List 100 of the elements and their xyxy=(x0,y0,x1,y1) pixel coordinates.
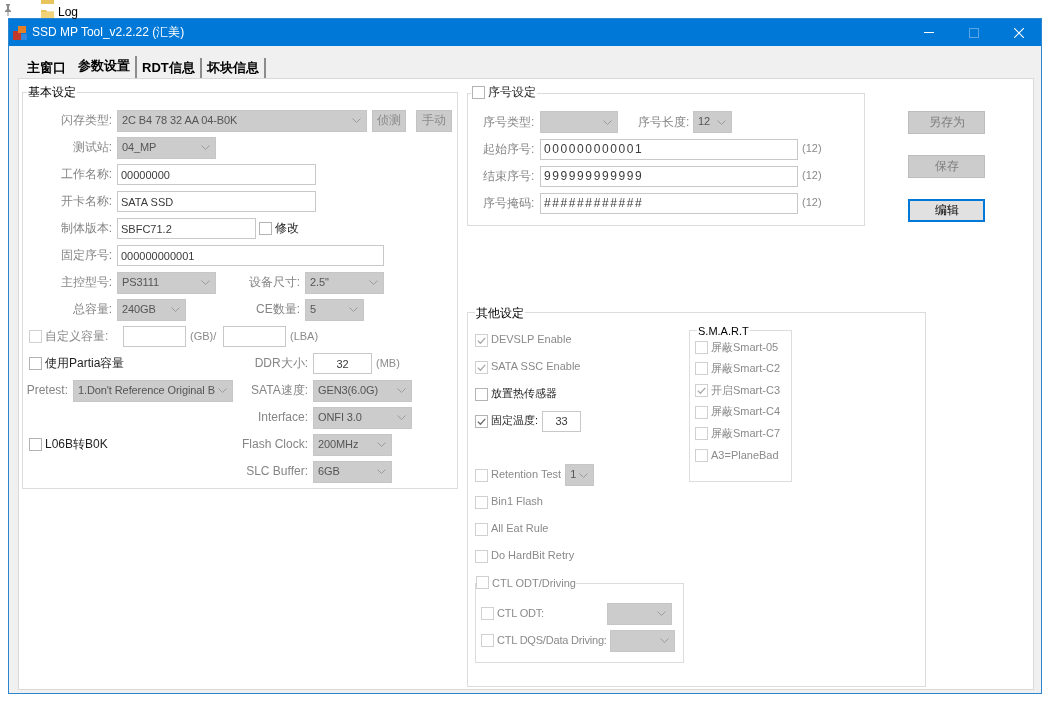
field-label: 工作名称: xyxy=(59,167,113,182)
field-label: CE数量: xyxy=(255,302,301,317)
maximize-icon[interactable] xyxy=(968,27,979,38)
dropdown[interactable]: 6GB xyxy=(313,460,392,483)
dropdown[interactable]: ONFI 3.0 xyxy=(313,406,412,429)
folder-icon[interactable] xyxy=(41,9,54,18)
folder-name[interactable]: Log xyxy=(58,6,79,18)
checkbox-label: 序号设定 xyxy=(488,85,536,99)
checkbox-label: All Eat Rule xyxy=(491,522,549,536)
dropdown[interactable]: 2C B4 78 32 AA 04-B0K xyxy=(117,109,367,132)
checkbox[interactable] xyxy=(29,357,42,370)
field-label: 结束序号: xyxy=(483,168,536,184)
checkbox-label: 屏蔽Smart-C7 xyxy=(711,427,781,441)
checkbox[interactable] xyxy=(475,414,488,428)
checkbox-label: Retention Test xyxy=(491,468,562,482)
field-label: Pretest: xyxy=(25,383,69,398)
field-label: SATA速度: xyxy=(250,383,309,398)
dropdown[interactable]: 2.5" xyxy=(305,271,384,294)
chevron-down-icon xyxy=(397,415,406,420)
field-label: 设备尺寸: xyxy=(247,275,301,290)
checkbox-label: DEVSLP Enable xyxy=(491,333,572,347)
app-icon xyxy=(12,24,28,41)
checkbox-label: 开启Smart-C3 xyxy=(711,383,781,398)
dropdown[interactable] xyxy=(607,602,672,625)
checkbox-label: L06B转B0K xyxy=(45,437,108,452)
text-field[interactable]: 000000000001 xyxy=(540,138,798,160)
dropdown[interactable]: GEN3(6.0G) xyxy=(313,379,412,402)
unit-label: (12) xyxy=(802,142,822,156)
field-label: 测试站: xyxy=(71,140,113,155)
chevron-down-icon xyxy=(603,119,612,125)
unit-label: (GB)/ xyxy=(189,329,218,344)
checkbox-label: 使用Partia容量 xyxy=(45,356,125,371)
field-label: 固定序号: xyxy=(59,248,113,263)
field-label: 总容量: xyxy=(71,302,113,317)
dropdown[interactable]: 04_MP xyxy=(117,136,216,159)
dropdown[interactable]: 200MHz xyxy=(313,433,392,456)
text-field[interactable]: ############ xyxy=(540,192,798,214)
dropdown[interactable]: PS3111 xyxy=(117,271,216,294)
edit-button[interactable]: 编辑 xyxy=(908,199,985,222)
group-title: 其他设定 xyxy=(475,305,525,320)
field-label: 开卡名称: xyxy=(59,194,113,209)
chevron-down-icon xyxy=(657,611,666,616)
checkbox-label: 固定温度: xyxy=(491,414,539,428)
chevron-down-icon xyxy=(659,638,669,643)
field-label: 闪存类型: xyxy=(59,113,113,128)
chevron-down-icon xyxy=(369,280,378,285)
dropdown[interactable] xyxy=(609,629,675,652)
chevron-down-icon xyxy=(397,388,406,393)
checkbox[interactable] xyxy=(29,438,42,451)
dropdown[interactable]: 12 xyxy=(693,111,732,133)
field-label: Interface: xyxy=(256,410,309,425)
dropdown[interactable] xyxy=(540,111,618,133)
checkbox[interactable] xyxy=(475,387,488,401)
checkbox-label: Bin1 Flash xyxy=(491,495,543,509)
checkbox-label: 屏蔽Smart-C4 xyxy=(711,405,781,419)
chevron-down-icon xyxy=(201,145,210,150)
checkbox-label: 放置热传感器 xyxy=(491,387,557,401)
checkbox[interactable] xyxy=(472,85,485,99)
text-field[interactable]: SBFC71.2 xyxy=(117,218,256,239)
text-field[interactable]: 00000000 xyxy=(117,164,316,185)
minimize-icon[interactable] xyxy=(923,32,934,33)
checkbox-label: 屏蔽Smart-C2 xyxy=(711,362,781,376)
window-title: SSD MP Tool_v2.2.22 (汇美) xyxy=(32,25,185,40)
checkbox-label: A3=PlaneBad xyxy=(711,448,779,462)
dropdown[interactable]: 1.Don't Reference Original B xyxy=(73,379,233,402)
checkbox-label: Do HardBit Retry xyxy=(491,549,575,563)
field-label: 起始序号: xyxy=(483,141,536,157)
chevron-down-icon xyxy=(579,472,589,478)
chevron-down-icon xyxy=(171,307,180,312)
checkbox-label: CTL ODT: xyxy=(497,606,544,621)
field-label: 序号类型: xyxy=(483,114,536,130)
chevron-down-icon xyxy=(349,307,358,312)
text-field[interactable] xyxy=(123,326,186,347)
dropdown[interactable]: 5 xyxy=(305,298,364,321)
dropdown[interactable]: 240GB xyxy=(117,298,186,321)
text-field[interactable] xyxy=(223,326,286,347)
field-label: SLC Buffer: xyxy=(245,464,309,479)
field-label: 制体版本: xyxy=(59,221,113,236)
checkbox-label: CTL ODT/Driving xyxy=(492,575,576,590)
chevron-down-icon xyxy=(377,442,386,447)
checkbox-label: 修改 xyxy=(275,221,299,236)
tab[interactable]: 主窗口 xyxy=(22,58,73,78)
text-field[interactable]: 32 xyxy=(313,353,372,374)
field-label: Flash Clock: xyxy=(240,437,309,452)
chevron-down-icon xyxy=(717,119,726,125)
chevron-down-icon xyxy=(377,469,386,474)
unit-label: (12) xyxy=(802,169,822,183)
text-field[interactable]: SATA SSD xyxy=(117,191,316,212)
checkbox[interactable] xyxy=(259,222,272,235)
checkbox-label: SATA SSC Enable xyxy=(491,360,581,374)
text-field[interactable]: 33 xyxy=(542,410,582,432)
folder-icon xyxy=(41,0,54,4)
checkbox-label: 屏蔽Smart-05 xyxy=(711,340,779,354)
close-icon[interactable] xyxy=(1013,27,1024,38)
text-field[interactable]: 999999999999 xyxy=(540,165,798,187)
unit-label: (MB) xyxy=(376,356,400,371)
text-field[interactable]: 000000000001 xyxy=(117,245,384,266)
pin-icon xyxy=(3,4,13,16)
field-label: 主控型号: xyxy=(59,275,113,290)
checkbox-label: CTL DQS/Data Driving: xyxy=(497,633,607,648)
